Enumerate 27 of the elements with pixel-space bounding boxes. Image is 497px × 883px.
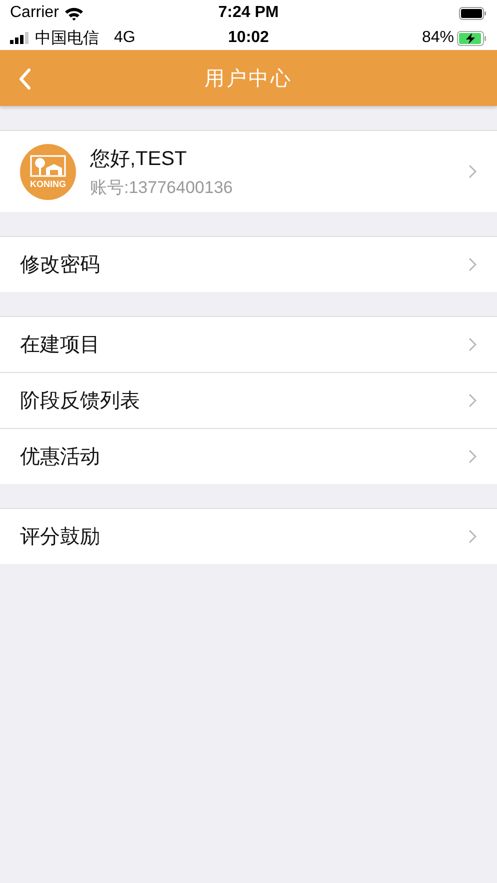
- chevron-icon: [468, 337, 477, 352]
- chevron-icon: [468, 393, 477, 408]
- menu-item[interactable]: 修改密码: [0, 237, 497, 292]
- chevron-icon: [468, 257, 477, 272]
- menu-item[interactable]: 评分鼓励: [0, 509, 497, 564]
- battery-icon: [459, 6, 487, 20]
- menu-item[interactable]: 阶段反馈列表: [0, 373, 497, 429]
- chevron-icon: [468, 164, 477, 179]
- chevron-icon: [468, 529, 477, 544]
- clock: 10:02: [228, 29, 269, 47]
- battery-percent: 84%: [422, 29, 454, 47]
- carrier-label: 中国电信: [35, 28, 99, 48]
- clock: 7:24 PM: [218, 4, 279, 22]
- account-number: 账号:13776400136: [90, 176, 234, 198]
- menu-item[interactable]: 优惠活动: [0, 429, 497, 484]
- chevron-icon: [468, 449, 477, 464]
- page-title: 用户中心: [204, 66, 292, 92]
- wifi-icon: [64, 6, 84, 20]
- logo-text: KONING: [30, 178, 66, 188]
- charging-battery-icon: [457, 30, 487, 46]
- menu-item[interactable]: 在建项目: [0, 317, 497, 373]
- signal-icon: [10, 32, 30, 44]
- house-icon: [30, 154, 66, 176]
- profile-row[interactable]: KONING 您好,TEST 账号:13776400136: [0, 131, 497, 212]
- carrier-label: Carrier: [10, 4, 59, 22]
- greeting: 您好,TEST: [90, 146, 188, 172]
- network-label: 4G: [114, 29, 136, 47]
